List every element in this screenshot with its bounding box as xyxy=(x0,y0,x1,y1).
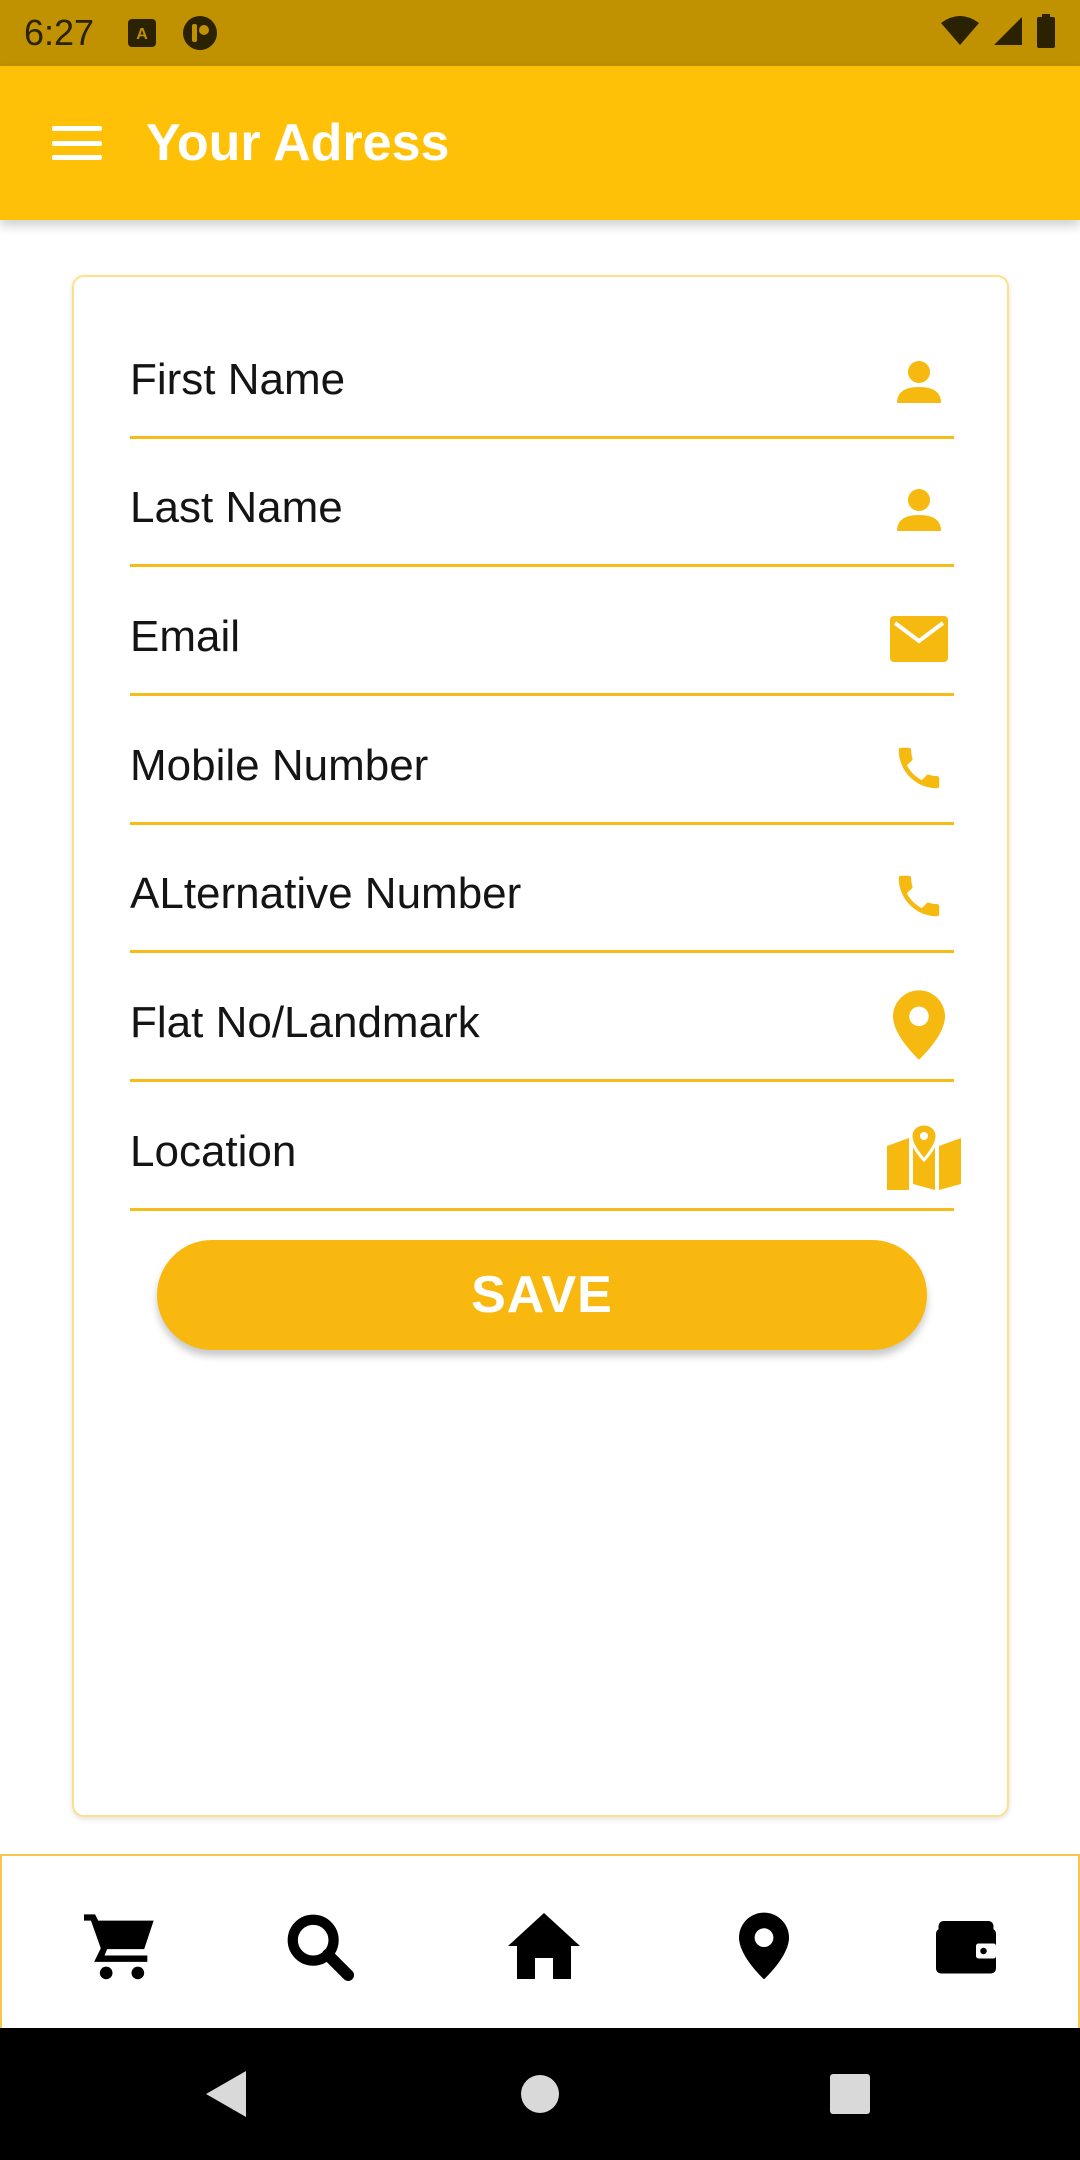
bottom-navigation xyxy=(0,1854,1080,2028)
mobile-number-field[interactable]: Mobile Number xyxy=(130,697,954,825)
system-navigation-bar xyxy=(0,2028,1080,2160)
location-label: Location xyxy=(130,1127,297,1176)
menu-icon[interactable] xyxy=(52,126,102,160)
alternative-number-field[interactable]: ALternative Number xyxy=(130,825,954,953)
address-form-card: First Name Last Name Email Mobile Number… xyxy=(72,275,1009,1817)
wifi-icon xyxy=(940,15,980,52)
status-bar: 6:27 A xyxy=(0,0,1080,66)
last-name-field[interactable]: Last Name xyxy=(130,439,954,567)
map-icon xyxy=(884,1123,964,1193)
first-name-field[interactable]: First Name xyxy=(130,311,954,439)
status-time: 6:27 xyxy=(24,12,95,53)
search-icon[interactable] xyxy=(279,1906,359,1986)
flat-landmark-field[interactable]: Flat No/Landmark xyxy=(130,954,954,1082)
phone-icon xyxy=(884,861,954,931)
email-label: Email xyxy=(130,612,241,661)
alternative-number-label: ALternative Number xyxy=(130,869,522,918)
location-pin-icon[interactable] xyxy=(724,1906,804,1986)
mail-icon xyxy=(884,604,954,674)
signal-icon xyxy=(992,15,1024,52)
app-bar: Your Adress xyxy=(0,66,1080,220)
location-pin-icon xyxy=(884,990,954,1060)
cart-icon[interactable] xyxy=(82,1906,162,1986)
svg-text:A: A xyxy=(136,26,148,43)
battery-icon xyxy=(1036,13,1056,53)
location-field[interactable]: Location xyxy=(130,1083,961,1211)
home-icon[interactable] xyxy=(504,1906,584,1986)
first-name-label: First Name xyxy=(130,355,346,404)
last-name-label: Last Name xyxy=(130,483,343,532)
email-field[interactable]: Email xyxy=(130,568,954,696)
wallet-icon[interactable] xyxy=(926,1906,1006,1986)
phone-icon xyxy=(884,733,954,803)
flat-landmark-label: Flat No/Landmark xyxy=(130,998,480,1047)
person-icon xyxy=(884,347,954,417)
person-icon xyxy=(884,475,954,545)
a-notification-icon: A xyxy=(124,15,160,51)
page-title: Your Adress xyxy=(146,114,450,172)
recents-icon[interactable] xyxy=(818,2062,882,2126)
mobile-number-label: Mobile Number xyxy=(130,741,429,790)
save-button[interactable]: SAVE xyxy=(157,1240,927,1350)
home-circle-icon[interactable] xyxy=(508,2062,572,2126)
back-icon[interactable] xyxy=(194,2062,258,2126)
app-notification-icon xyxy=(182,15,218,51)
